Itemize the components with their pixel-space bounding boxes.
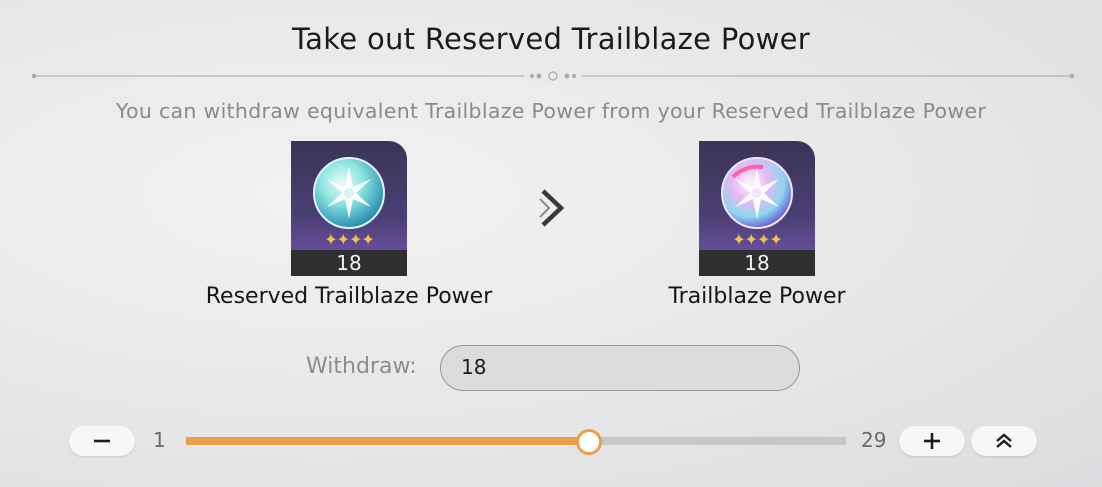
slider-max-value: 29 bbox=[861, 428, 887, 452]
item-card: ✦✦✦✦ 18 bbox=[291, 141, 407, 276]
amount-slider[interactable] bbox=[186, 429, 846, 455]
double-chevron-up-icon bbox=[996, 433, 1012, 448]
rarity-stars: ✦✦✦✦ bbox=[324, 230, 375, 249]
max-button[interactable] bbox=[971, 426, 1037, 456]
withdraw-amount-input[interactable]: 18 bbox=[440, 345, 800, 391]
item-count: 18 bbox=[699, 250, 815, 276]
dialog-description: You can withdraw equivalent Trailblaze P… bbox=[115, 99, 987, 123]
reserved-power-label: Reserved Trailblaze Power bbox=[205, 284, 493, 309]
slider-min-value: 1 bbox=[153, 428, 166, 452]
slider-thumb[interactable] bbox=[576, 429, 602, 455]
withdraw-label: Withdraw: bbox=[306, 354, 417, 379]
decrease-button[interactable] bbox=[69, 426, 135, 456]
chevron-right-icon bbox=[539, 189, 565, 227]
item-card: ✦✦✦✦ 18 bbox=[699, 141, 815, 276]
trailblaze-power-label: Trailblaze Power bbox=[668, 284, 846, 309]
title-divider bbox=[32, 71, 1074, 81]
slider-fill bbox=[186, 437, 587, 445]
rarity-stars: ✦✦✦✦ bbox=[732, 230, 783, 249]
minus-icon bbox=[94, 439, 110, 443]
increase-button[interactable] bbox=[899, 426, 965, 456]
trailblaze-power-item[interactable]: ✦✦✦✦ 18 bbox=[699, 141, 815, 276]
reserved-power-orb-icon bbox=[313, 157, 385, 229]
dialog-title: Take out Reserved Trailblaze Power bbox=[291, 22, 811, 56]
reserved-power-item[interactable]: ✦✦✦✦ 18 bbox=[291, 141, 407, 276]
item-count: 18 bbox=[291, 250, 407, 276]
trailblaze-power-orb-icon bbox=[721, 157, 793, 229]
plus-icon bbox=[924, 433, 940, 449]
